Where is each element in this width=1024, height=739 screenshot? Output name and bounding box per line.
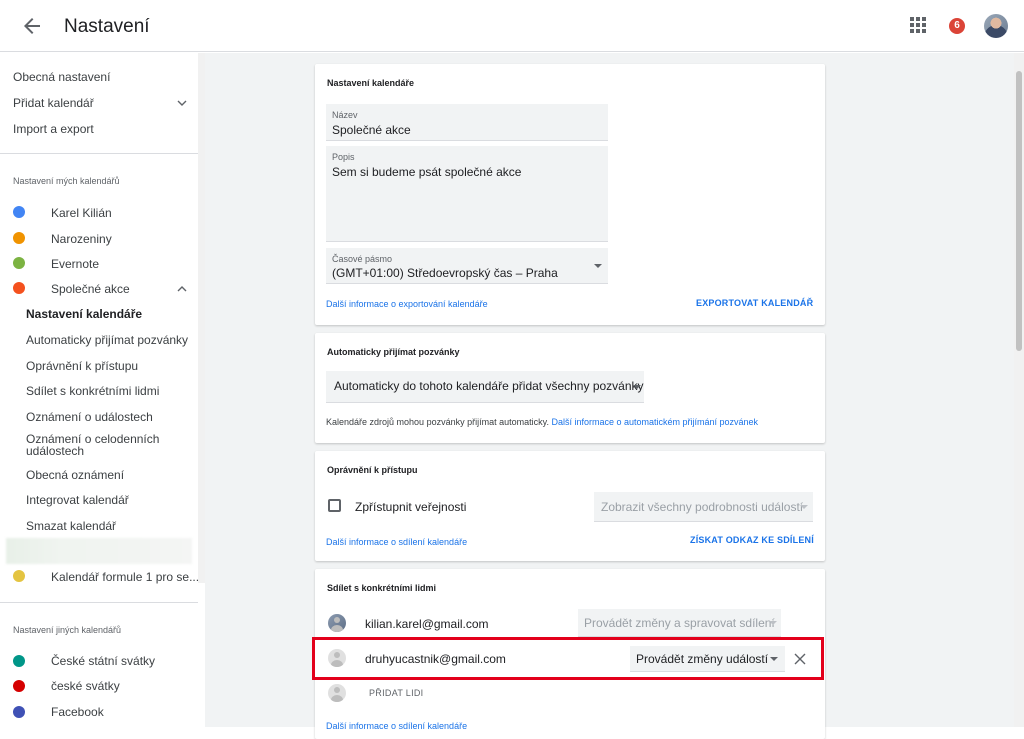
blurred-calendar-item[interactable]: [6, 538, 192, 564]
top-app-bar: Nastavení 6: [0, 0, 1024, 52]
divider: [0, 602, 198, 603]
apps-grid-icon[interactable]: [910, 17, 926, 33]
sidebar-calendar-f1[interactable]: Kalendář formule 1 pro se...: [51, 570, 199, 584]
dropdown-arrow-icon: [769, 621, 777, 625]
user-avatar: [328, 614, 346, 632]
main-scrollbar[interactable]: [1014, 53, 1024, 727]
calendar-color-dot: [13, 680, 25, 692]
other-calendars-heading: Nastavení jiných kalendářů: [13, 625, 122, 635]
calendar-color-dot: [13, 570, 25, 582]
sidebar-calendar-statni-svatky[interactable]: České státní svátky: [51, 654, 155, 668]
sidebar-calendar-ceske-svatky[interactable]: české svátky: [51, 679, 120, 693]
auto-accept-info: Kalendáře zdrojů mohou pozvánky přijímat…: [326, 417, 758, 427]
calendar-color-dot: [13, 206, 25, 218]
card-title: Nastavení kalendáře: [327, 78, 415, 88]
export-info-link[interactable]: Další informace o exportování kalendáře: [326, 299, 488, 309]
sidebar-sub-event-notifications[interactable]: Oznámení o událostech: [26, 410, 153, 424]
sidebar-sub-auto-accept[interactable]: Automaticky přijímat pozvánky: [26, 333, 188, 347]
dropdown-arrow-icon: [800, 505, 808, 509]
calendar-color-dot: [13, 232, 25, 244]
sidebar-calendar-spolecne-akce[interactable]: Společné akce: [51, 282, 130, 296]
share-info-link[interactable]: Další informace o sdílení kalendáře: [326, 721, 467, 731]
sidebar-sub-calendar-settings[interactable]: Nastavení kalendáře: [26, 307, 142, 321]
share-info-link[interactable]: Další informace o sdílení kalendáře: [326, 537, 467, 547]
add-people-button[interactable]: PŘIDAT LIDI: [369, 688, 423, 698]
highlight-annotation: [312, 637, 824, 680]
permission-select[interactable]: Provádět změny a spravovat sdílení: [578, 609, 781, 637]
sidebar-scrollbar[interactable]: [198, 53, 205, 583]
page-title: Nastavení: [64, 16, 150, 37]
sidebar-calendar-facebook[interactable]: Facebook: [51, 705, 104, 719]
scrollbar-thumb[interactable]: [1016, 71, 1022, 351]
notification-badge[interactable]: 6: [949, 18, 965, 34]
field-label: Popis: [332, 152, 355, 162]
auto-accept-select[interactable]: Automaticky do tohoto kalendáře přidat v…: [326, 371, 644, 403]
chevron-up-icon[interactable]: [177, 284, 187, 294]
make-public-checkbox[interactable]: [328, 499, 341, 512]
sidebar-calendar-evernote[interactable]: Evernote: [51, 257, 99, 271]
sidebar-calendar-karel[interactable]: Karel Kilián: [51, 206, 112, 220]
my-calendars-heading: Nastavení mých kalendářů: [13, 176, 120, 186]
make-public-label: Zpřístupnit veřejnosti: [355, 500, 467, 514]
get-share-link-button[interactable]: ZÍSKAT ODKAZ KE SDÍLENÍ: [690, 535, 814, 545]
settings-sidebar: Obecná nastavení Přidat kalendář Import …: [0, 53, 205, 727]
calendar-color-dot: [13, 706, 25, 718]
dropdown-arrow-icon: [633, 385, 641, 389]
select-value: Automaticky do tohoto kalendáře přidat v…: [334, 379, 644, 393]
sidebar-sub-share[interactable]: Sdílet s konkrétními lidmi: [26, 384, 159, 398]
sidebar-sub-general-notifications[interactable]: Obecná oznámení: [26, 468, 124, 482]
auto-accept-info-text: Kalendáře zdrojů mohou pozvánky přijímat…: [326, 417, 549, 427]
sidebar-sub-integrate[interactable]: Integrovat kalendář: [26, 493, 129, 507]
shared-user-email: kilian.karel@gmail.com: [365, 617, 489, 631]
sidebar-calendar-narozeniny[interactable]: Narozeniny: [51, 232, 112, 246]
account-avatar[interactable]: [984, 14, 1008, 38]
calendar-color-dot: [13, 257, 25, 269]
card-title: Sdílet s konkrétními lidmi: [327, 583, 437, 593]
calendar-settings-card: Nastavení kalendáře Název Společné akce …: [315, 64, 825, 325]
calendar-name-field[interactable]: Název Společné akce: [326, 104, 608, 141]
select-value: Provádět změny a spravovat sdílení: [584, 616, 775, 630]
timezone-select[interactable]: Časové pásmo (GMT+01:00) Středoevropský …: [326, 248, 608, 284]
field-value: Sem si budeme psát společné akce: [332, 165, 522, 179]
chevron-down-icon[interactable]: [177, 98, 187, 108]
back-arrow-icon[interactable]: [20, 14, 44, 38]
auto-accept-info-link[interactable]: Další informace o automatickém přijímání…: [551, 417, 758, 427]
sidebar-item-general[interactable]: Obecná nastavení: [13, 70, 110, 84]
dropdown-arrow-icon: [594, 264, 602, 268]
field-value: (GMT+01:00) Středoevropský čas – Praha: [332, 266, 558, 280]
divider: [0, 153, 198, 154]
calendar-color-dot: [13, 655, 25, 667]
field-value: Společné akce: [332, 123, 411, 137]
sidebar-item-add-calendar[interactable]: Přidat kalendář: [13, 96, 94, 110]
calendar-description-field[interactable]: Popis Sem si budeme psát společné akce: [326, 146, 608, 242]
calendar-color-dot: [13, 282, 25, 294]
access-permissions-card: Oprávnění k přístupu Zpřístupnit veřejno…: [315, 451, 825, 561]
sidebar-item-import-export[interactable]: Import a export: [13, 122, 94, 136]
sidebar-sub-delete[interactable]: Smazat kalendář: [26, 519, 116, 533]
sidebar-sub-access[interactable]: Oprávnění k přístupu: [26, 359, 138, 373]
field-label: Název: [332, 110, 358, 120]
field-label: Časové pásmo: [332, 254, 393, 264]
select-value: Zobrazit všechny podrobnosti událostí: [601, 500, 804, 514]
public-visibility-select[interactable]: Zobrazit všechny podrobnosti událostí: [594, 492, 813, 522]
export-calendar-button[interactable]: EXPORTOVAT KALENDÁŘ: [696, 298, 813, 308]
add-people-icon: [328, 684, 346, 702]
card-title: Oprávnění k přístupu: [327, 465, 418, 475]
auto-accept-card: Automaticky přijímat pozvánky Automatick…: [315, 333, 825, 443]
sidebar-sub-allday-notifications[interactable]: Oznámení o celodenních událostech: [26, 433, 166, 457]
card-title: Automaticky přijímat pozvánky: [327, 347, 460, 357]
